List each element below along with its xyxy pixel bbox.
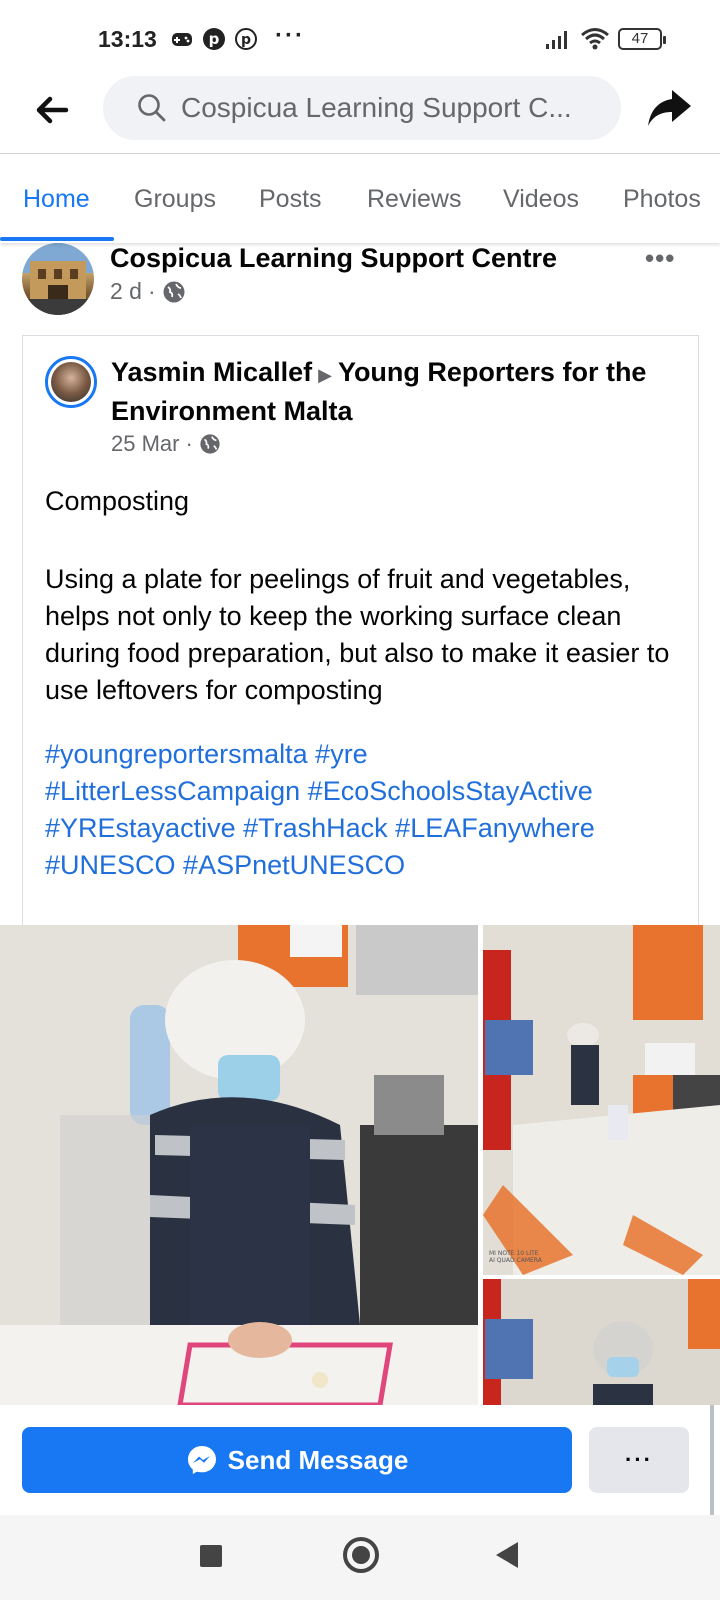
hashtag-link[interactable]: #UNESCO — [45, 850, 176, 880]
author-name[interactable]: Yasmin Micallef — [111, 357, 312, 387]
status-more-dots: ··· — [275, 22, 305, 49]
messenger-icon — [187, 1446, 216, 1474]
globe-icon — [163, 281, 185, 302]
tab-photos[interactable]: Photos — [623, 185, 701, 214]
shared-post-card[interactable]: Yasmin Micallef ▶ Young Reporters for the … — [22, 335, 699, 925]
search-icon — [138, 94, 166, 122]
svg-text:p: p — [209, 30, 220, 48]
send-message-button[interactable]: Send Message — [22, 1427, 572, 1493]
back-arrow-icon[interactable] — [30, 88, 74, 132]
meta-separator: · — [147, 278, 156, 304]
post-meta: 2 d · — [110, 278, 186, 305]
post-time[interactable]: 2 d — [110, 278, 142, 305]
meta-separator: · — [185, 431, 193, 456]
portrait-photo — [483, 1279, 720, 1405]
tab-posts[interactable]: Posts — [259, 185, 322, 214]
top-nav — [0, 70, 720, 154]
shared-post-date[interactable]: 25 Mar — [111, 431, 179, 457]
recent-apps-icon[interactable] — [200, 1545, 222, 1567]
home-icon[interactable] — [343, 1537, 379, 1573]
hashtag-link[interactable]: #LEAFanywhere — [395, 813, 595, 843]
building-photo — [22, 243, 94, 315]
send-message-label: Send Message — [227, 1444, 409, 1475]
svg-text:p: p — [241, 32, 251, 48]
shared-post-author-line: Yasmin Micallef ▶ Young Reporters for the … — [111, 354, 671, 429]
post-title: Composting — [45, 486, 190, 516]
author-avatar[interactable] — [45, 356, 97, 408]
hashtag-link[interactable]: #TrashHack — [243, 813, 388, 843]
back-icon[interactable] — [496, 1542, 518, 1568]
post-photo-portrait[interactable] — [483, 1279, 720, 1405]
hashtag-list: #youngreportersmalta #yre #LitterLessCam… — [45, 736, 685, 884]
shared-to-arrow-icon: ▶ — [318, 365, 332, 385]
globe-icon — [200, 434, 220, 454]
search-input[interactable] — [181, 92, 601, 124]
active-tab-indicator — [0, 237, 114, 241]
post-more-button[interactable]: ••• — [645, 243, 675, 274]
shared-post-meta: 25 Mar · — [111, 431, 221, 457]
pinterest-icon: p — [203, 28, 225, 50]
message-bar: Send Message ··· — [0, 1405, 720, 1515]
post-photo-kitchen[interactable]: MI NOTE 10 LITE AI QUAD CAMERA — [483, 925, 720, 1275]
status-notification-icons: p p — [170, 27, 258, 51]
post-header: Cospicua Learning Support Centre 2 d · •… — [0, 243, 720, 333]
post-body: Using a plate for peelings of fruit and … — [45, 564, 670, 705]
hashtag-link[interactable]: #EcoSchoolsStayActive — [308, 776, 593, 806]
search-bar[interactable] — [103, 76, 621, 140]
hashtag-link[interactable]: #LitterLessCampaign — [45, 776, 300, 806]
more-options-button[interactable]: ··· — [589, 1427, 689, 1493]
tab-reviews[interactable]: Reviews — [367, 185, 461, 214]
tab-groups[interactable]: Groups — [134, 185, 216, 214]
page-name[interactable]: Cospicua Learning Support Centre — [110, 243, 557, 274]
wifi-icon — [581, 28, 609, 50]
status-bar: 13:13 p p ··· 47 — [0, 0, 720, 80]
photo-grid: MI NOTE 10 LITE AI QUAD CAMERA — [0, 925, 720, 1405]
cooking-photo — [0, 925, 478, 1405]
tab-home[interactable]: Home — [23, 185, 90, 214]
kitchen-photo: MI NOTE 10 LITE AI QUAD CAMERA — [483, 925, 720, 1275]
status-time: 13:13 — [98, 26, 157, 52]
camera-watermark: AI QUAD CAMERA — [489, 1257, 543, 1264]
battery-icon: 47 — [618, 28, 666, 50]
tab-videos[interactable]: Videos — [503, 185, 579, 214]
gamepad-icon — [172, 33, 192, 46]
system-nav-bar — [0, 1515, 720, 1600]
status-system-icons: 47 — [544, 27, 666, 51]
share-icon[interactable] — [645, 84, 693, 132]
hashtag-link[interactable]: #yre — [315, 739, 368, 769]
hashtag-link[interactable]: #ASPnetUNESCO — [183, 850, 405, 880]
signal-icon — [546, 31, 567, 49]
camera-watermark: MI NOTE 10 LITE — [489, 1250, 539, 1257]
pinterest-icon: p — [235, 28, 257, 50]
page-tabs: Home Groups Posts Reviews Videos Photos — [0, 155, 720, 243]
scrollbar[interactable] — [710, 1405, 714, 1515]
page-avatar[interactable] — [22, 243, 94, 315]
hashtag-link[interactable]: #YREstayactive — [45, 813, 236, 843]
post-photo-main[interactable] — [0, 925, 478, 1405]
hashtag-link[interactable]: #youngreportersmalta — [45, 739, 308, 769]
